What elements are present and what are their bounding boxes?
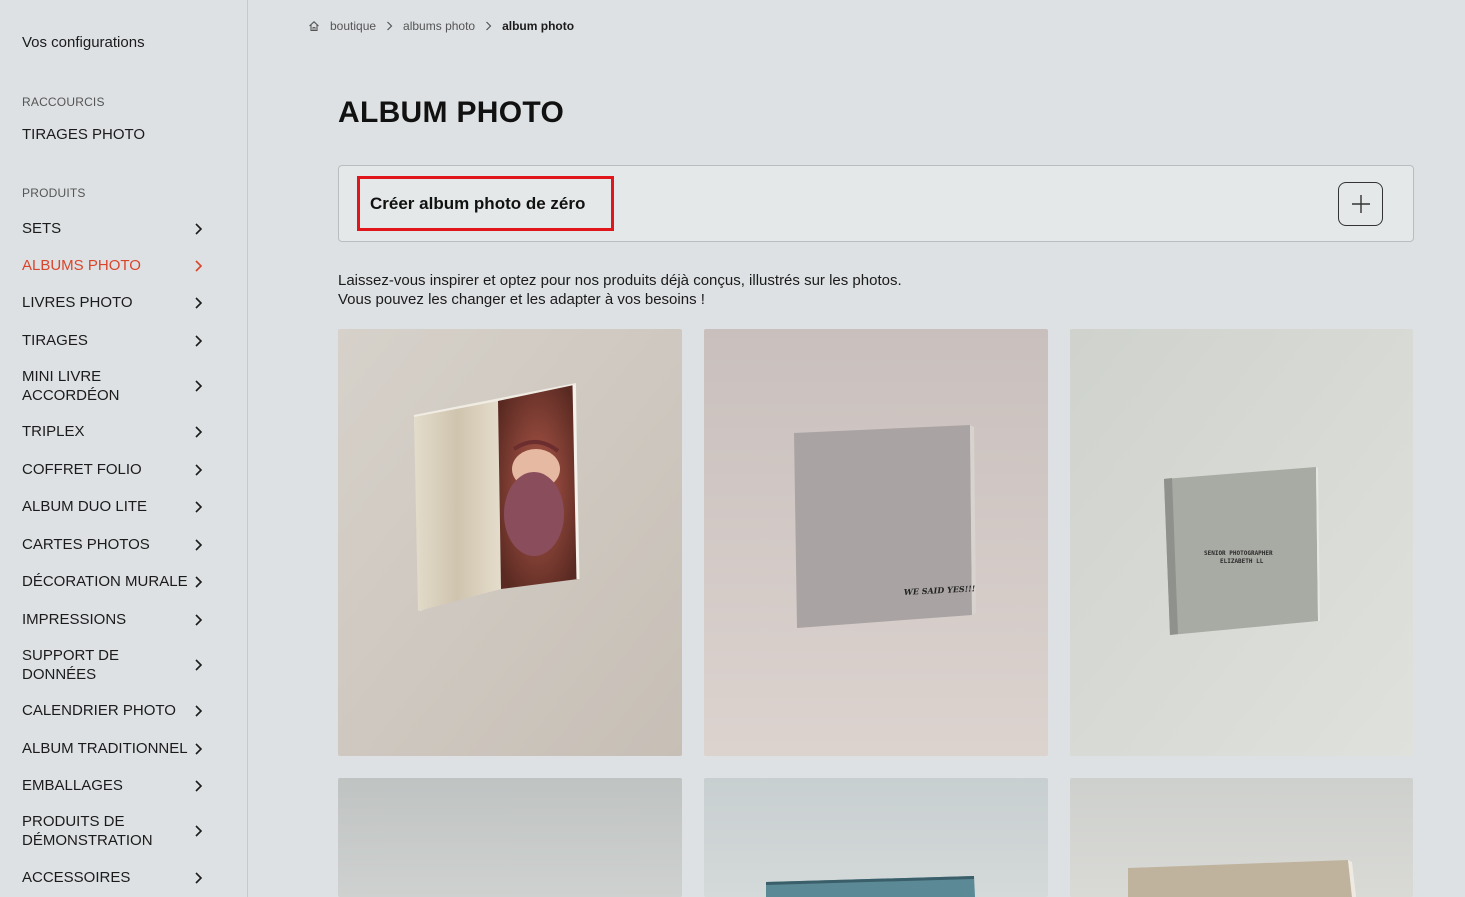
chevron-right-icon	[192, 704, 204, 717]
chevron-right-icon	[192, 463, 204, 476]
product-card-row2-3[interactable]	[1070, 778, 1413, 897]
configurations-link[interactable]: Vos configurations	[22, 34, 145, 51]
sidebar-item-label: CARTES PHOTOS	[22, 536, 150, 553]
sidebar-item-triplex[interactable]: TRIPLEX	[22, 422, 210, 441]
product-card-row2-1[interactable]	[338, 778, 682, 897]
plus-icon	[1351, 195, 1370, 213]
add-button[interactable]	[1338, 182, 1383, 226]
album-cover-text-1: SENIOR PHOTOGRAPHER	[1204, 550, 1273, 557]
sidebar-item-label: MINI LIVRE ACCORDÉON	[22, 368, 120, 404]
sidebar-item-tirages[interactable]: TIRAGES	[22, 331, 210, 350]
sidebar-item-label: ALBUM TRADITIONNEL	[22, 740, 188, 757]
intro-text: Laissez-vous inspirer et optez pour nos …	[338, 271, 902, 309]
product-card-newborn-album[interactable]	[338, 329, 682, 756]
sidebar-item-impressions[interactable]: IMPRESSIONS	[22, 610, 210, 629]
product-card-senior-album[interactable]: SENIOR PHOTOGRAPHER ELIZABETH LL	[1070, 329, 1413, 756]
page-title: ALBUM PHOTO	[338, 96, 565, 129]
product-image	[338, 778, 682, 897]
breadcrumb-current: album photo	[502, 19, 575, 33]
product-image	[1070, 778, 1413, 897]
sidebar-item-label: LIVRES PHOTO	[22, 294, 133, 311]
sidebar-item-label: ALBUMS PHOTO	[22, 257, 141, 274]
sidebar-item-label: ACCESSOIRES	[22, 869, 131, 886]
sidebar-item-label: CALENDRIER PHOTO	[22, 702, 176, 719]
sidebar-item-label: DÉCORATION MURALE	[22, 573, 188, 590]
sidebar-item-label: IMPRESSIONS	[22, 611, 127, 628]
home-icon[interactable]	[308, 20, 320, 32]
sidebar-item-mini-livre-accordeon[interactable]: MINI LIVRE ACCORDÉON	[22, 367, 210, 405]
chevron-right-icon	[192, 871, 204, 884]
shortcuts-heading: RACCOURCIS	[22, 95, 105, 109]
breadcrumb-albums-photo[interactable]: albums photo	[403, 19, 475, 33]
chevron-right-icon	[192, 380, 204, 392]
product-image	[338, 329, 682, 756]
sidebar-item-cartes-photos[interactable]: CARTES PHOTOS	[22, 535, 210, 554]
chevron-right-icon	[192, 613, 204, 626]
sidebar-item-livres-photo[interactable]: LIVRES PHOTO	[22, 293, 210, 312]
sidebar-item-support-de-donnees[interactable]: SUPPORT DE DONNÉES	[22, 646, 210, 684]
sidebar-item-label: PRODUITS DE DÉMONSTRATION	[22, 813, 153, 849]
product-image: WE SAID YES!!!	[704, 329, 1048, 756]
intro-line-1: Laissez-vous inspirer et optez pour nos …	[338, 272, 902, 289]
chevron-right-icon	[192, 538, 204, 551]
chevron-right-icon	[386, 21, 393, 31]
sidebar-item-album-traditionnel[interactable]: ALBUM TRADITIONNEL	[22, 739, 210, 758]
sidebar-item-decoration-murale[interactable]: DÉCORATION MURALE	[22, 572, 210, 591]
chevron-right-icon	[192, 825, 204, 837]
sidebar: Vos configurations RACCOURCIS TIRAGES PH…	[0, 0, 248, 897]
sidebar-item-emballages[interactable]: EMBALLAGES	[22, 776, 210, 795]
products-heading: PRODUITS	[22, 186, 86, 200]
intro-line-2: Vous pouvez les changer et les adapter à…	[338, 291, 705, 308]
chevron-right-icon	[485, 21, 492, 31]
product-image	[704, 778, 1048, 897]
sidebar-item-label: SUPPORT DE DONNÉES	[22, 647, 119, 683]
sidebar-item-produits-de-demonstration[interactable]: PRODUITS DE DÉMONSTRATION	[22, 812, 210, 850]
chevron-right-icon	[192, 742, 204, 755]
album-cover-text-2: ELIZABETH LL	[1220, 558, 1264, 565]
breadcrumb: boutique albums photo album photo	[308, 18, 574, 34]
sidebar-item-label: TRIPLEX	[22, 423, 85, 440]
product-image: SENIOR PHOTOGRAPHER ELIZABETH LL	[1070, 329, 1413, 756]
breadcrumb-boutique[interactable]: boutique	[330, 19, 376, 33]
sidebar-item-sets[interactable]: SETS	[22, 219, 210, 238]
create-album-panel[interactable]: Créer album photo de zéro	[338, 165, 1414, 242]
sidebar-item-label: ALBUM DUO LITE	[22, 498, 148, 515]
product-card-linen-album[interactable]: WE SAID YES!!!	[704, 329, 1048, 756]
create-album-label[interactable]: Créer album photo de zéro	[357, 176, 614, 231]
chevron-right-icon	[192, 259, 204, 272]
sidebar-item-calendrier-photo[interactable]: CALENDRIER PHOTO	[22, 701, 210, 720]
chevron-right-icon	[192, 296, 204, 309]
sidebar-item-label: TIRAGES	[22, 332, 88, 349]
sidebar-item-albums-photo[interactable]: ALBUMS PHOTO	[22, 256, 210, 275]
chevron-right-icon	[192, 659, 204, 671]
sidebar-item-label: COFFRET FOLIO	[22, 461, 142, 478]
sidebar-item-label: SETS	[22, 220, 62, 237]
chevron-right-icon	[192, 334, 204, 347]
product-card-row2-2[interactable]	[704, 778, 1048, 897]
sidebar-item-label: EMBALLAGES	[22, 777, 123, 794]
chevron-right-icon	[192, 779, 204, 792]
shortcut-tirages-photo[interactable]: TIRAGES PHOTO	[22, 126, 145, 143]
chevron-right-icon	[192, 500, 204, 513]
chevron-right-icon	[192, 222, 204, 235]
sidebar-item-accessoires[interactable]: ACCESSOIRES	[22, 868, 210, 887]
chevron-right-icon	[192, 575, 204, 588]
sidebar-item-coffret-folio[interactable]: COFFRET FOLIO	[22, 460, 210, 479]
chevron-right-icon	[192, 425, 204, 438]
sidebar-item-album-duo-lite[interactable]: ALBUM DUO LITE	[22, 497, 210, 516]
